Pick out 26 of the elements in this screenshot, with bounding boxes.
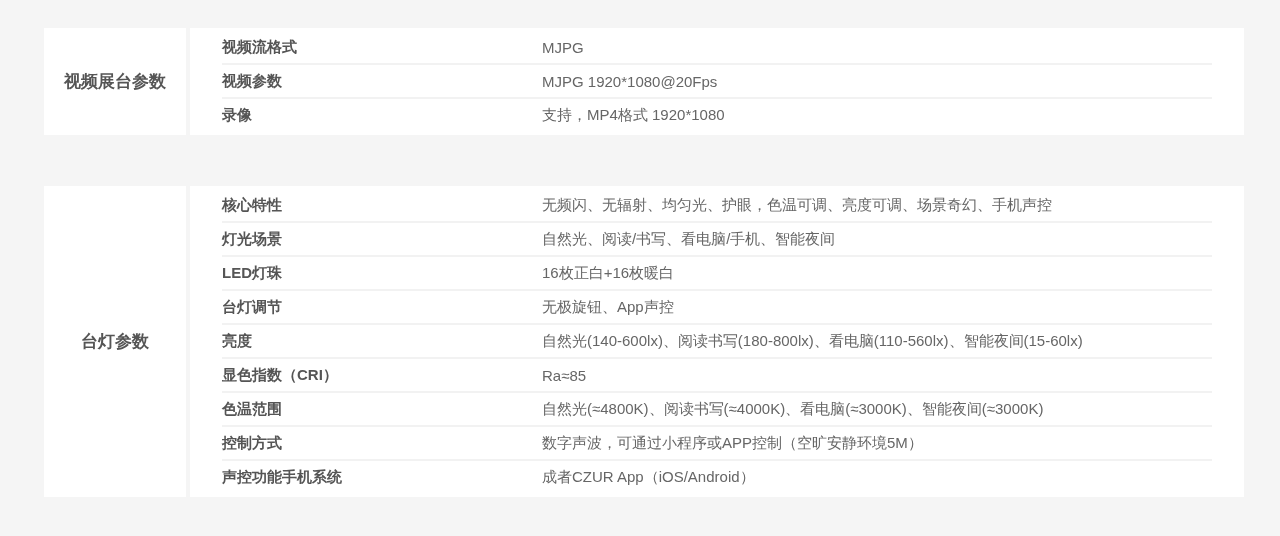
spec-value: Ra≈85 [542,366,587,384]
spec-value: 自然光、阅读/书写、看电脑/手机、智能夜间 [542,229,836,249]
section-title: 视频展台参数 [44,28,186,135]
spec-label: 声控功能手机系统 [222,467,343,487]
spec-label: 控制方式 [222,433,283,453]
spec-label: 视频流格式 [222,37,298,57]
spec-value: 成者CZUR App（iOS/Android） [542,467,755,487]
spec-value: 自然光(140-600lx)、阅读书写(180-800lx)、看电脑(110-560lx)、智能夜间(15-60lx) [542,331,1083,351]
spec-label: 核心特性 [222,195,283,215]
spec-value: MJPG 1920*1080@20Fps [542,72,718,90]
section-title: 台灯参数 [44,186,186,497]
spec-label: 亮度 [222,331,253,351]
spec-label: 色温范围 [222,399,283,419]
spec-value: MJPG [542,38,584,56]
spec-label: 显色指数（CRI） [222,365,339,385]
spec-value: 无频闪、无辐射、均匀光、护眼，色温可调、亮度可调、场景奇幻、手机声控 [542,195,1052,215]
spec-label: LED灯珠 [222,263,283,283]
spec-label: 录像 [222,105,253,125]
spec-label: 台灯调节 [222,297,283,317]
spec-value: 无极旋钮、App声控 [542,297,674,317]
spec-value: 数字声波，可通过小程序或APP控制（空旷安静环境5M） [542,433,923,453]
spec-label: 视频参数 [222,71,283,91]
spec-label: 灯光场景 [222,229,283,249]
spec-value: 16枚正白+16枚暖白 [542,263,675,283]
spec-value: 自然光(≈4800K)、阅读书写(≈4000K)、看电脑(≈3000K)、智能夜间(≈3000K) [542,399,1044,419]
spec-value: 支持，MP4格式 1920*1080 [542,105,725,125]
